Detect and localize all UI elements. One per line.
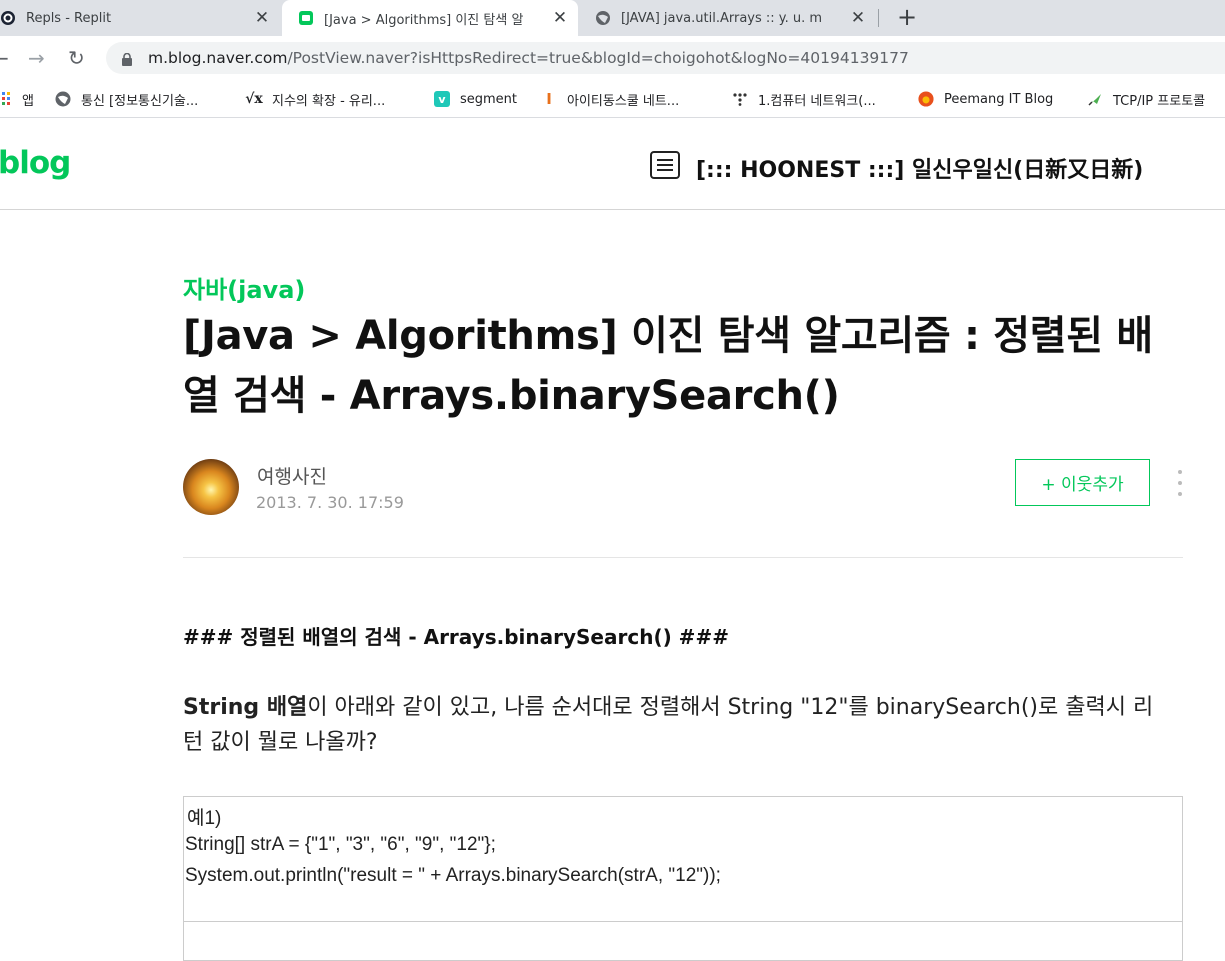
bookmark-label: Peemang IT Blog (944, 91, 1054, 107)
code-line: String[] strA = {"1", "3", "6", "9", "12… (185, 834, 496, 855)
bookmark-peemang[interactable]: Peemang IT Blog (918, 89, 1053, 109)
browser-toolbar: ← → ↻ m.blog.naver.com/PostView.naver?is… (0, 36, 1225, 80)
avatar[interactable] (183, 459, 239, 515)
tab-naver-post[interactable]: [Java > Algorithms] 이진 탐색 알 ✕ (282, 0, 578, 36)
blog-title[interactable]: [::: HOONEST :::] 일신우일신(日新又日新) (696, 152, 1143, 184)
url-path: /PostView.naver?isHttpsRedirect=true&blo… (287, 49, 909, 67)
code-line: System.out.println("result = " + Arrays.… (185, 865, 721, 886)
bookmark-apps[interactable]: 앱 (0, 89, 34, 109)
bookmark-label: 지수의 확장 - 유리... (272, 93, 386, 109)
math-sqrt-icon: √x (245, 91, 263, 107)
it-logo-icon: I (546, 90, 552, 108)
blog-header: blog [::: HOONEST :::] 일신우일신(日新又日新) (0, 118, 1225, 210)
address-bar[interactable]: m.blog.naver.com/PostView.naver?isHttpsR… (106, 42, 1225, 74)
bookmark-label: 통신 [정보통신기술... (81, 93, 199, 109)
reload-button[interactable]: ↻ (68, 46, 85, 70)
dots-icon (732, 91, 748, 107)
list-menu-icon[interactable] (650, 151, 680, 179)
post-title: [Java > Algorithms] 이진 탐색 알고리즘 : 정렬된 배열 … (183, 313, 1153, 419)
tab-replit[interactable]: Repls - Replit ✕ (0, 0, 280, 36)
replit-icon (0, 10, 16, 26)
blog-logo[interactable]: blog (0, 145, 71, 181)
more-options-icon[interactable] (1173, 468, 1187, 498)
close-icon[interactable]: ✕ (252, 8, 272, 28)
code-line: 예1) (187, 808, 222, 829)
paragraph-bold: String 배열 (183, 695, 308, 720)
tab-title: Repls - Replit (26, 10, 112, 26)
naver-blog-icon (298, 10, 314, 26)
bookmark-tcpip[interactable]: TCP/IP 프로토콜 (1087, 89, 1205, 109)
globe-icon (595, 10, 611, 26)
peemang-icon (918, 91, 934, 107)
tab-java-arrays[interactable]: [JAVA] java.util.Arrays :: y. u. m ✕ (580, 0, 876, 36)
lock-icon (122, 51, 132, 66)
url-text: m.blog.naver.com/PostView.naver?isHttpsR… (148, 49, 909, 67)
close-icon[interactable]: ✕ (550, 8, 570, 28)
paragraph-text: 이 아래와 같이 있고, 나름 순서대로 정렬해서 String "12"를 b… (183, 695, 1154, 755)
v-icon: v (434, 91, 450, 107)
close-icon[interactable]: ✕ (848, 8, 868, 28)
back-button[interactable]: ← (0, 46, 9, 70)
tab-strip: Repls - Replit ✕ [Java > Algorithms] 이진 … (0, 0, 1225, 36)
bookmark-label: segment (460, 91, 518, 107)
forward-button[interactable]: → (28, 46, 45, 70)
post-paragraph: String 배열이 아래와 같이 있고, 나름 순서대로 정렬해서 Strin… (183, 690, 1163, 760)
code-box-next (183, 921, 1183, 961)
bookmark-itdong[interactable]: I 아이티동스쿨 네트... (541, 89, 679, 109)
bookmark-label: TCP/IP 프로토콜 (1113, 93, 1206, 109)
new-tab-button[interactable]: + (893, 4, 921, 32)
bookmark-label: 1.컴퓨터 네트워크(... (758, 93, 876, 109)
bookmark-label: 앱 (22, 93, 34, 109)
code-box: 예1) String[] strA = {"1", "3", "6", "9",… (183, 796, 1183, 922)
post-date: 2013. 7. 30. 17:59 (256, 493, 404, 512)
brush-icon (1087, 91, 1103, 107)
post-category[interactable]: 자바(java) (183, 270, 305, 305)
author-name[interactable]: 여행사진 (257, 462, 327, 489)
tab-title: [JAVA] java.util.Arrays :: y. u. m (621, 10, 823, 26)
bookmarks-bar: 앱 통신 [정보통신기술... √x 지수의 확장 - 유리... v segm… (0, 80, 1225, 118)
bookmark-segment[interactable]: v segment (434, 89, 517, 109)
tab-separator (878, 9, 879, 27)
tab-title: [Java > Algorithms] 이진 탐색 알 (324, 12, 524, 28)
bookmark-network[interactable]: 1.컴퓨터 네트워크(... (732, 89, 876, 109)
bookmark-exponent[interactable]: √x 지수의 확장 - 유리... (245, 89, 386, 109)
add-neighbor-button[interactable]: + 이웃추가 (1015, 459, 1150, 506)
globe-icon (55, 91, 71, 107)
divider (183, 557, 1183, 558)
bookmark-tongsin[interactable]: 통신 [정보통신기술... (55, 89, 198, 109)
section-heading: ### 정렬된 배열의 검색 - Arrays.binarySearch() #… (183, 625, 729, 649)
apps-grid-icon (0, 91, 12, 107)
bookmark-label: 아이티동스쿨 네트... (567, 93, 680, 109)
url-host: m.blog.naver.com (148, 49, 288, 67)
